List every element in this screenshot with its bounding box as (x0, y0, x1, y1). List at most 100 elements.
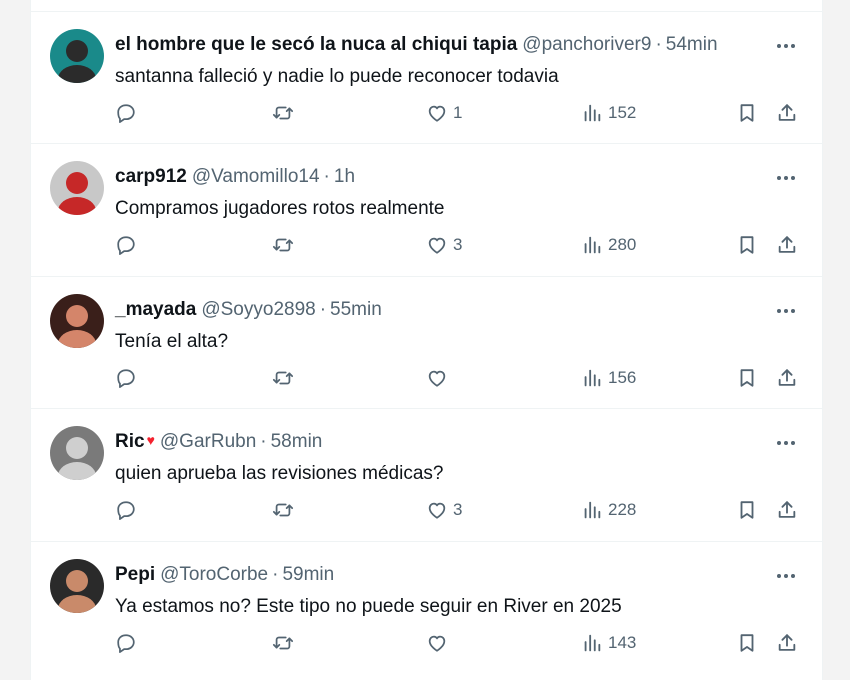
like-button[interactable] (426, 365, 453, 391)
like-count: 3 (453, 500, 463, 519)
bookmark-button[interactable] (736, 630, 758, 656)
tweet[interactable]: Ric ♥ @GarRubn · 58min quien aprueba las rev… (31, 408, 822, 540)
reply-icon (115, 102, 137, 124)
user-handle[interactable]: @panchoriver9 (522, 34, 651, 55)
heart-icon (426, 102, 448, 124)
retweet-button[interactable] (271, 497, 300, 523)
heart-icon (426, 234, 448, 256)
retweet-button[interactable] (271, 630, 300, 656)
user-handle[interactable]: @GarRubn (160, 431, 256, 452)
tweet-header: Ric ♥ @GarRubn · 58min (115, 430, 322, 454)
more-horizontal-icon[interactable] (776, 170, 796, 180)
reply-icon (115, 367, 137, 389)
display-name[interactable]: el hombre que le secó la nuca al chiqui … (115, 34, 517, 55)
user-handle[interactable]: @Vamomillo14 (192, 166, 320, 187)
retweet-icon (271, 234, 295, 256)
reply-button[interactable] (115, 497, 142, 523)
timestamp[interactable]: 55min (330, 299, 382, 320)
retweet-button[interactable] (271, 365, 300, 391)
share-icon (776, 499, 798, 521)
views-button[interactable]: 228 (581, 497, 636, 523)
views-count: 143 (608, 633, 637, 652)
bookmark-button[interactable] (736, 232, 758, 258)
bookmark-icon (736, 499, 758, 521)
avatar[interactable] (50, 161, 104, 215)
more-horizontal-icon[interactable] (776, 568, 796, 578)
heart-icon (426, 367, 448, 389)
like-button[interactable]: 3 (426, 497, 462, 523)
retweet-icon (271, 499, 295, 521)
display-name[interactable]: carp912 (115, 166, 187, 187)
tweet[interactable]: Pepi @ToroCorbe · 59min Ya estamos no? Este… (31, 541, 822, 673)
like-count: 3 (453, 235, 463, 254)
bookmark-icon (736, 234, 758, 256)
more-horizontal-icon[interactable] (776, 38, 796, 48)
share-button[interactable] (776, 232, 798, 258)
share-button[interactable] (776, 100, 798, 126)
separator: · (655, 34, 662, 55)
timestamp[interactable]: 59min (282, 564, 334, 585)
bookmark-icon (736, 102, 758, 124)
tweet-text: santanna falleció y nadie lo puede recon… (115, 66, 559, 87)
timestamp[interactable]: 54min (666, 34, 718, 55)
retweet-button[interactable] (271, 232, 300, 258)
share-icon (776, 632, 798, 654)
separator: · (323, 166, 330, 187)
tweet-header: carp912 @Vamomillo14 · 1h (115, 165, 355, 189)
more-horizontal-icon[interactable] (776, 303, 796, 313)
views-count: 152 (608, 103, 637, 122)
display-name[interactable]: _mayada (115, 299, 196, 320)
user-handle[interactable]: @ToroCorbe (160, 564, 268, 585)
bookmark-icon (736, 632, 758, 654)
bookmark-button[interactable] (736, 365, 758, 391)
separator: · (260, 431, 267, 452)
views-count: 280 (608, 235, 637, 254)
views-button[interactable]: 156 (581, 365, 636, 391)
heart-icon (426, 499, 448, 521)
display-name[interactable]: Pepi (115, 564, 155, 585)
tweet[interactable]: carp912 @Vamomillo14 · 1h Compramos jugador… (31, 143, 822, 275)
views-chart-icon (581, 632, 603, 654)
reply-button[interactable] (115, 365, 142, 391)
timestamp[interactable]: 58min (271, 431, 323, 452)
reply-button[interactable] (115, 232, 142, 258)
profile-heart-icon: ♥ (146, 432, 155, 448)
share-button[interactable] (776, 630, 798, 656)
separator: · (272, 564, 279, 585)
share-button[interactable] (776, 365, 798, 391)
bookmark-button[interactable] (736, 497, 758, 523)
tweet-header: Pepi @ToroCorbe · 59min (115, 563, 334, 587)
tweet-text: Compramos jugadores rotos realmente (115, 198, 445, 219)
views-chart-icon (581, 499, 603, 521)
retweet-icon (271, 632, 295, 654)
views-count: 156 (608, 368, 637, 387)
views-button[interactable]: 143 (581, 630, 636, 656)
avatar[interactable] (50, 294, 104, 348)
views-button[interactable]: 152 (581, 100, 636, 126)
more-horizontal-icon[interactable] (776, 435, 796, 445)
retweet-button[interactable] (271, 100, 300, 126)
user-handle[interactable]: @Soyyo2898 (201, 299, 315, 320)
retweet-icon (271, 367, 295, 389)
share-icon (776, 234, 798, 256)
reply-icon (115, 499, 137, 521)
tweet[interactable]: el hombre que le secó la nuca al chiqui … (31, 11, 822, 143)
like-button[interactable]: 1 (426, 100, 462, 126)
like-button[interactable]: 3 (426, 232, 462, 258)
display-name[interactable]: Ric (115, 431, 145, 452)
reply-button[interactable] (115, 100, 142, 126)
avatar[interactable] (50, 559, 104, 613)
reply-icon (115, 632, 137, 654)
reply-button[interactable] (115, 630, 142, 656)
views-chart-icon (581, 234, 603, 256)
heart-icon (426, 632, 448, 654)
like-button[interactable] (426, 630, 453, 656)
timestamp[interactable]: 1h (334, 166, 355, 187)
views-button[interactable]: 280 (581, 232, 636, 258)
avatar[interactable] (50, 426, 104, 480)
like-count: 1 (453, 103, 463, 122)
avatar[interactable] (50, 29, 104, 83)
tweet[interactable]: _mayada @Soyyo2898 · 55min Tenía el alta? (31, 276, 822, 408)
bookmark-button[interactable] (736, 100, 758, 126)
share-button[interactable] (776, 497, 798, 523)
